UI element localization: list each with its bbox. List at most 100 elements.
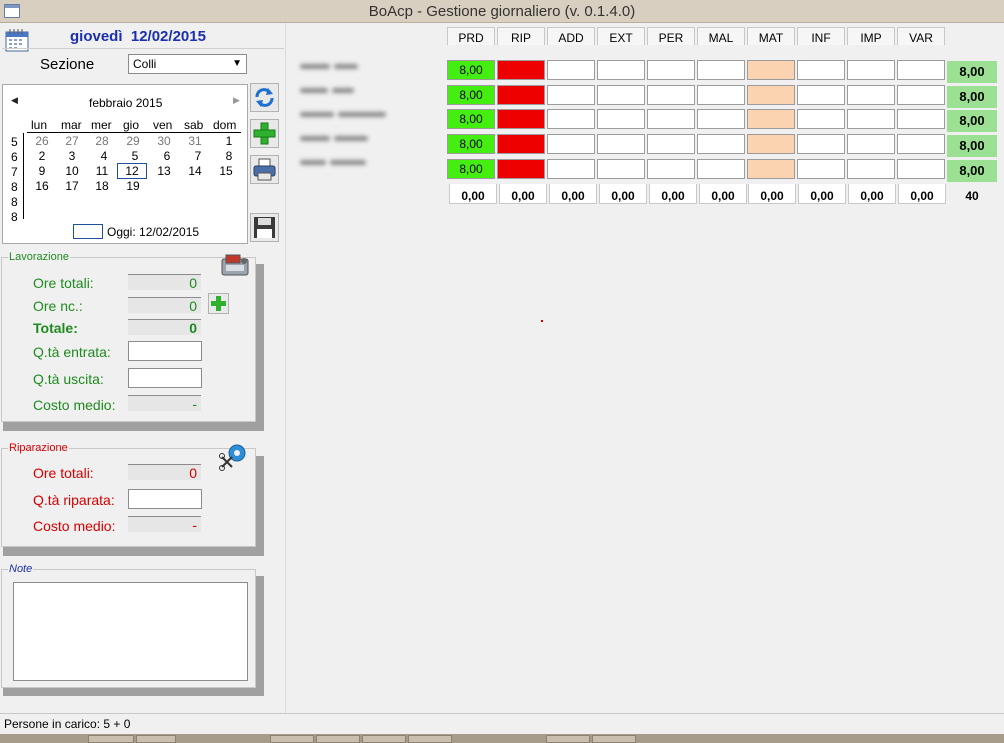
cell-mat[interactable]: [747, 159, 795, 179]
cell-var[interactable]: [897, 85, 945, 105]
cell-var[interactable]: [897, 60, 945, 80]
cell-rip[interactable]: [497, 159, 545, 179]
cell-add[interactable]: [547, 159, 595, 179]
calendar-day[interactable]: 26: [31, 134, 53, 148]
cell-var[interactable]: [897, 159, 945, 179]
cell-add[interactable]: [547, 60, 595, 80]
cell-rip[interactable]: [497, 60, 545, 80]
calendar-day[interactable]: 11: [91, 164, 113, 178]
row-total: 8,00: [947, 86, 997, 108]
taskbar-item[interactable]: [546, 735, 590, 743]
note-textarea[interactable]: [13, 582, 248, 681]
calendar-day[interactable]: 19: [122, 179, 144, 193]
cell-inf[interactable]: [797, 60, 845, 80]
taskbar-item[interactable]: [362, 735, 406, 743]
cell-prd[interactable]: 8,00: [447, 85, 495, 105]
cell-mal[interactable]: [697, 134, 745, 154]
cell-mat[interactable]: [747, 134, 795, 154]
calendar-day[interactable]: 30: [153, 134, 175, 148]
cell-add[interactable]: [547, 134, 595, 154]
cell-var[interactable]: [897, 109, 945, 129]
cell-mal[interactable]: [697, 60, 745, 80]
sezione-select[interactable]: Colli ▼: [128, 54, 247, 74]
calendar-day[interactable]: 27: [61, 134, 83, 148]
cell-ext[interactable]: [597, 85, 645, 105]
cell-mal[interactable]: [697, 109, 745, 129]
calendar-day[interactable]: 29: [122, 134, 144, 148]
cell-imp[interactable]: [847, 159, 895, 179]
cell-add[interactable]: [547, 109, 595, 129]
cell-inf[interactable]: [797, 109, 845, 129]
cell-ext[interactable]: [597, 159, 645, 179]
calendar-day[interactable]: 13: [153, 164, 175, 178]
calendar-day[interactable]: 9: [31, 164, 53, 178]
calendar-day[interactable]: 15: [215, 164, 237, 178]
calendar-day[interactable]: 4: [93, 149, 115, 163]
cell-rip[interactable]: [497, 134, 545, 154]
calendar-day[interactable]: 8: [218, 149, 240, 163]
calendar-day[interactable]: 3: [61, 149, 83, 163]
add-ore-nc-button[interactable]: [208, 293, 229, 314]
cell-imp[interactable]: [847, 109, 895, 129]
calendar-day[interactable]: 7: [187, 149, 209, 163]
calendar-day[interactable]: 1: [218, 134, 240, 148]
qta-riparata-input[interactable]: [128, 489, 202, 509]
save-button[interactable]: [250, 213, 279, 242]
cell-per[interactable]: [647, 85, 695, 105]
month-calendar[interactable]: ◀ ▶ febbraio 2015 lun mar mer gio ven sa…: [2, 84, 248, 244]
cell-mal[interactable]: [697, 159, 745, 179]
refresh-button[interactable]: [250, 83, 279, 112]
cell-inf[interactable]: [797, 85, 845, 105]
cell-imp[interactable]: [847, 134, 895, 154]
cell-inf[interactable]: [797, 159, 845, 179]
calendar-day[interactable]: 14: [184, 164, 206, 178]
calendar-day[interactable]: 28: [91, 134, 113, 148]
cell-ext[interactable]: [597, 60, 645, 80]
calendar-day[interactable]: 18: [91, 179, 113, 193]
row-total: 8,00: [947, 110, 997, 132]
cell-mat[interactable]: [747, 85, 795, 105]
cell-imp[interactable]: [847, 60, 895, 80]
taskbar-item[interactable]: [136, 735, 176, 743]
qta-entrata-input[interactable]: [128, 341, 202, 361]
cell-var[interactable]: [897, 134, 945, 154]
taskbar-item[interactable]: [592, 735, 636, 743]
taskbar-item[interactable]: [88, 735, 134, 743]
prev-month-icon[interactable]: ◀: [11, 95, 18, 106]
cell-per[interactable]: [647, 109, 695, 129]
calendar-day[interactable]: 2: [31, 149, 53, 163]
add-button[interactable]: [250, 119, 279, 148]
cell-prd[interactable]: 8,00: [447, 134, 495, 154]
cell-mat[interactable]: [747, 109, 795, 129]
cell-mat[interactable]: [747, 60, 795, 80]
qta-uscita-input[interactable]: [128, 368, 202, 388]
calendar-day[interactable]: 6: [156, 149, 178, 163]
cell-rip[interactable]: [497, 85, 545, 105]
cell-prd[interactable]: 8,00: [447, 159, 495, 179]
taskbar-item[interactable]: [270, 735, 314, 743]
cell-imp[interactable]: [847, 85, 895, 105]
calendar-day[interactable]: 16: [31, 179, 53, 193]
calendar-day[interactable]: 17: [61, 179, 83, 193]
taskbar-item[interactable]: [316, 735, 360, 743]
cell-rip[interactable]: [497, 109, 545, 129]
cell-ext[interactable]: [597, 134, 645, 154]
cell-ext[interactable]: [597, 109, 645, 129]
cell-per[interactable]: [647, 159, 695, 179]
calendar-day-today[interactable]: 12: [117, 163, 147, 179]
cell-inf[interactable]: [797, 134, 845, 154]
calendar-day[interactable]: 5: [124, 149, 146, 163]
cell-prd[interactable]: 8,00: [447, 109, 495, 129]
cell-prd[interactable]: 8,00: [447, 60, 495, 80]
cell-per[interactable]: [647, 134, 695, 154]
taskbar-item[interactable]: [408, 735, 452, 743]
print-button[interactable]: [250, 155, 279, 184]
cell-per[interactable]: [647, 60, 695, 80]
calendar-day[interactable]: 10: [61, 164, 83, 178]
calendar-day[interactable]: 31: [184, 134, 206, 148]
today-link[interactable]: Oggi: 12/02/2015: [107, 225, 199, 239]
cell-add[interactable]: [547, 85, 595, 105]
cell-mal[interactable]: [697, 85, 745, 105]
next-month-icon[interactable]: ▶: [233, 95, 240, 106]
col-header-inf: INF: [797, 27, 845, 45]
